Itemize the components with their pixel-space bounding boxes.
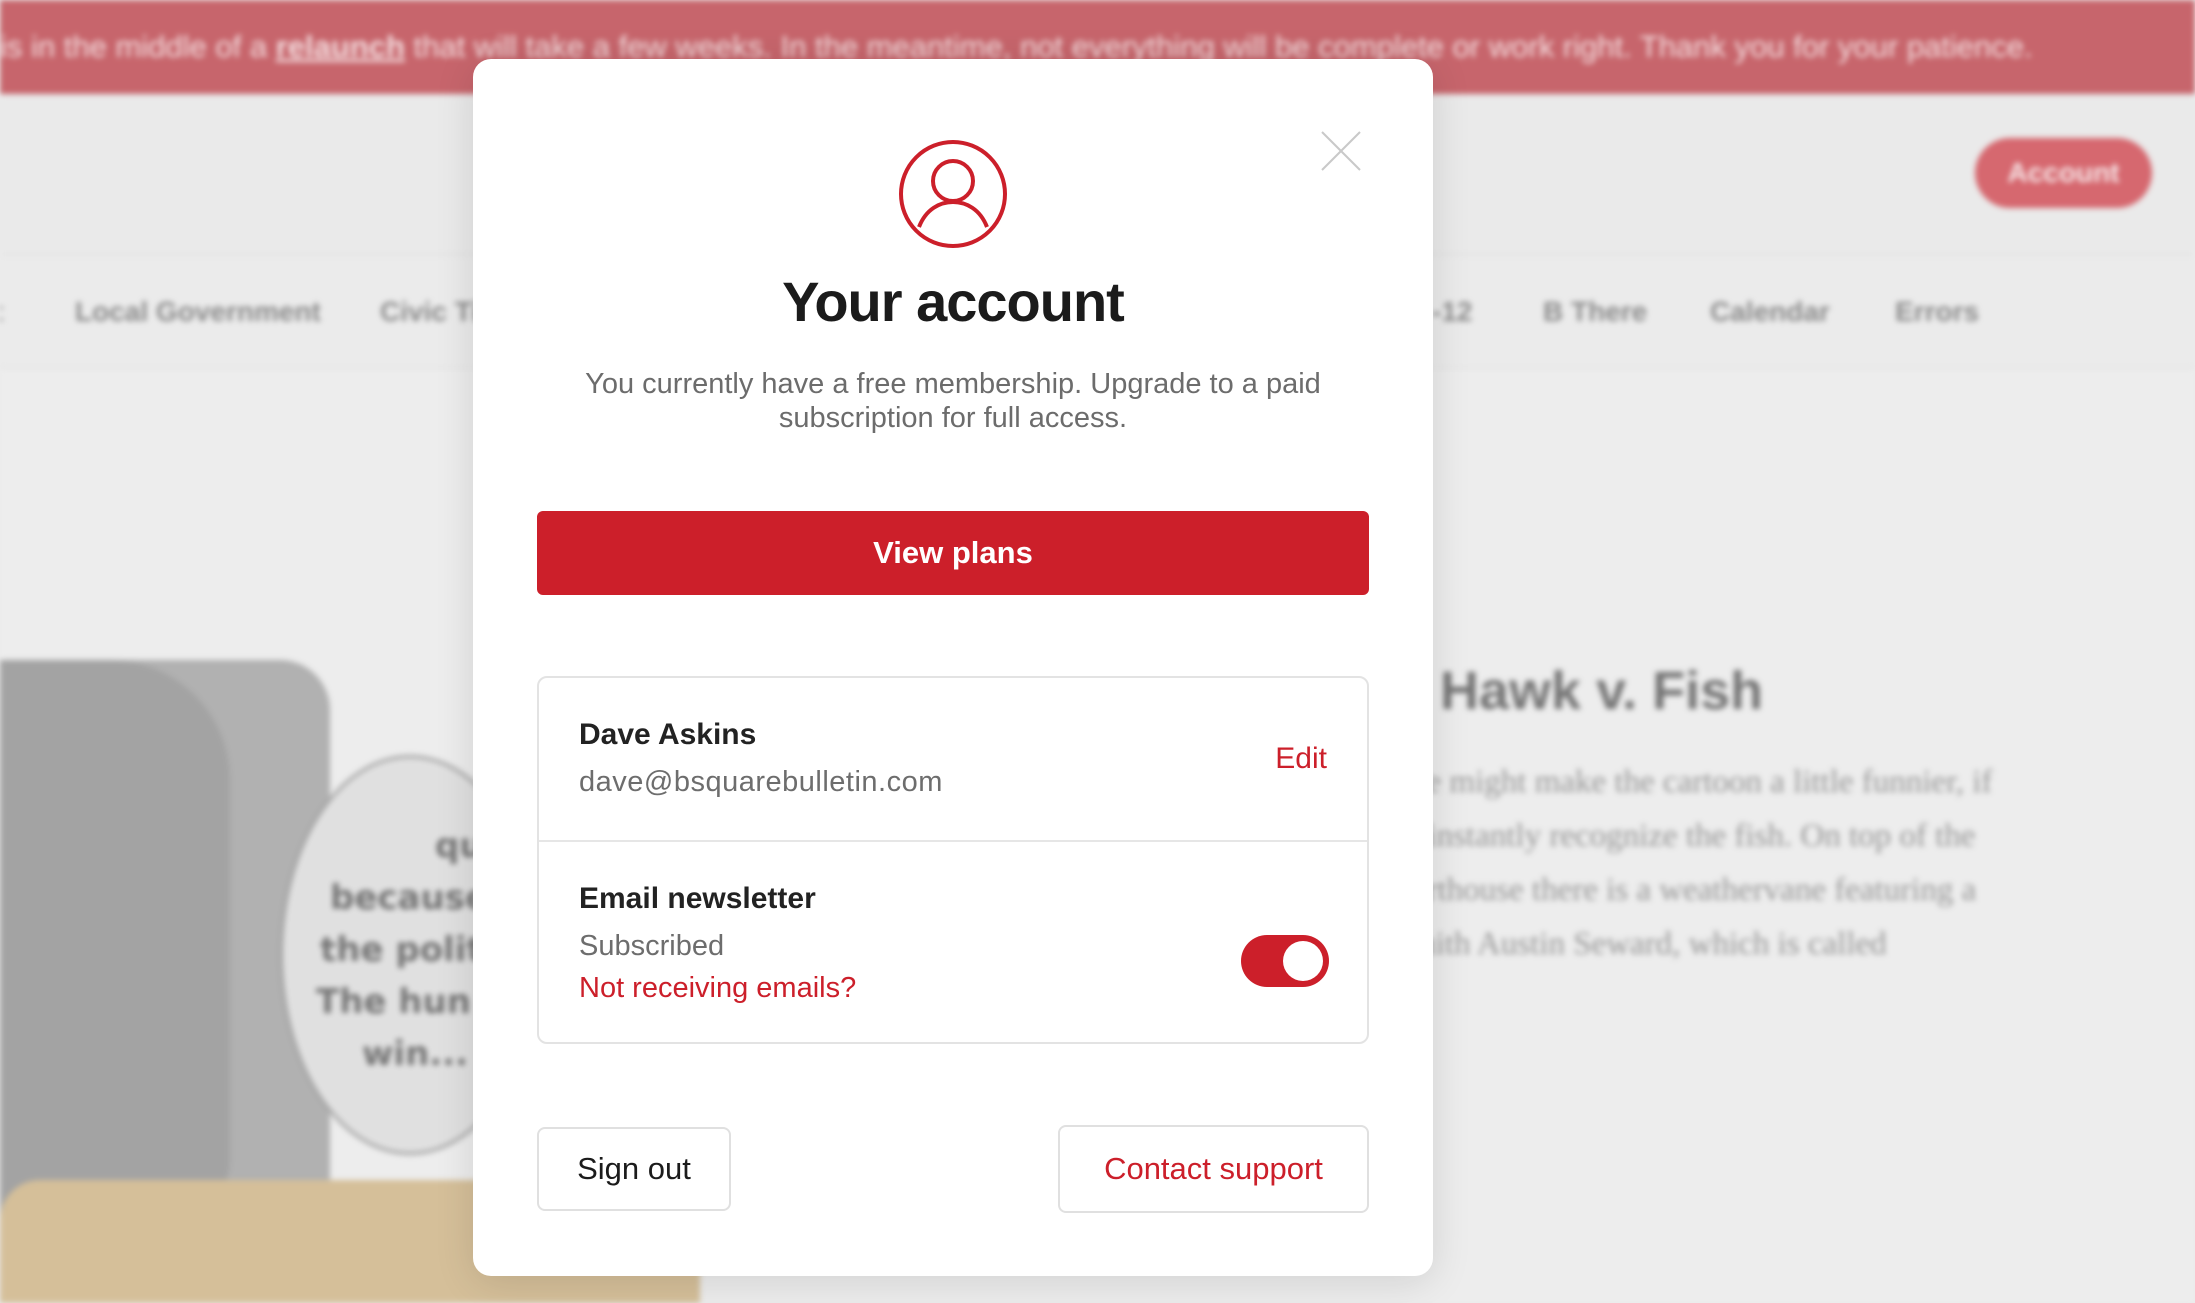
newsletter-toggle[interactable]	[1241, 935, 1329, 987]
toggle-knob	[1283, 941, 1323, 981]
account-details-card: Dave Askins dave@bsquarebulletin.com Edi…	[537, 676, 1369, 1044]
newsletter-status: Subscribed	[579, 930, 725, 962]
view-plans-button[interactable]: View plans	[537, 511, 1369, 595]
user-name: Dave Askins	[579, 718, 757, 751]
profile-row: Dave Askins dave@bsquarebulletin.com Edi…	[539, 678, 1367, 842]
account-modal: Your account You currently have a free m…	[473, 59, 1433, 1276]
contact-support-button[interactable]: Contact support	[1058, 1125, 1369, 1213]
user-circle-icon	[898, 139, 1008, 249]
membership-description: You currently have a free membership. Up…	[585, 368, 1321, 434]
newsletter-title: Email newsletter	[579, 882, 816, 915]
sign-out-button[interactable]: Sign out	[537, 1127, 731, 1211]
not-receiving-emails-link[interactable]: Not receiving emails?	[579, 972, 856, 1005]
modal-title: Your account	[782, 270, 1125, 333]
edit-profile-link[interactable]: Edit	[1275, 742, 1327, 776]
user-email: dave@bsquarebulletin.com	[579, 766, 943, 798]
close-icon[interactable]	[1319, 129, 1363, 173]
